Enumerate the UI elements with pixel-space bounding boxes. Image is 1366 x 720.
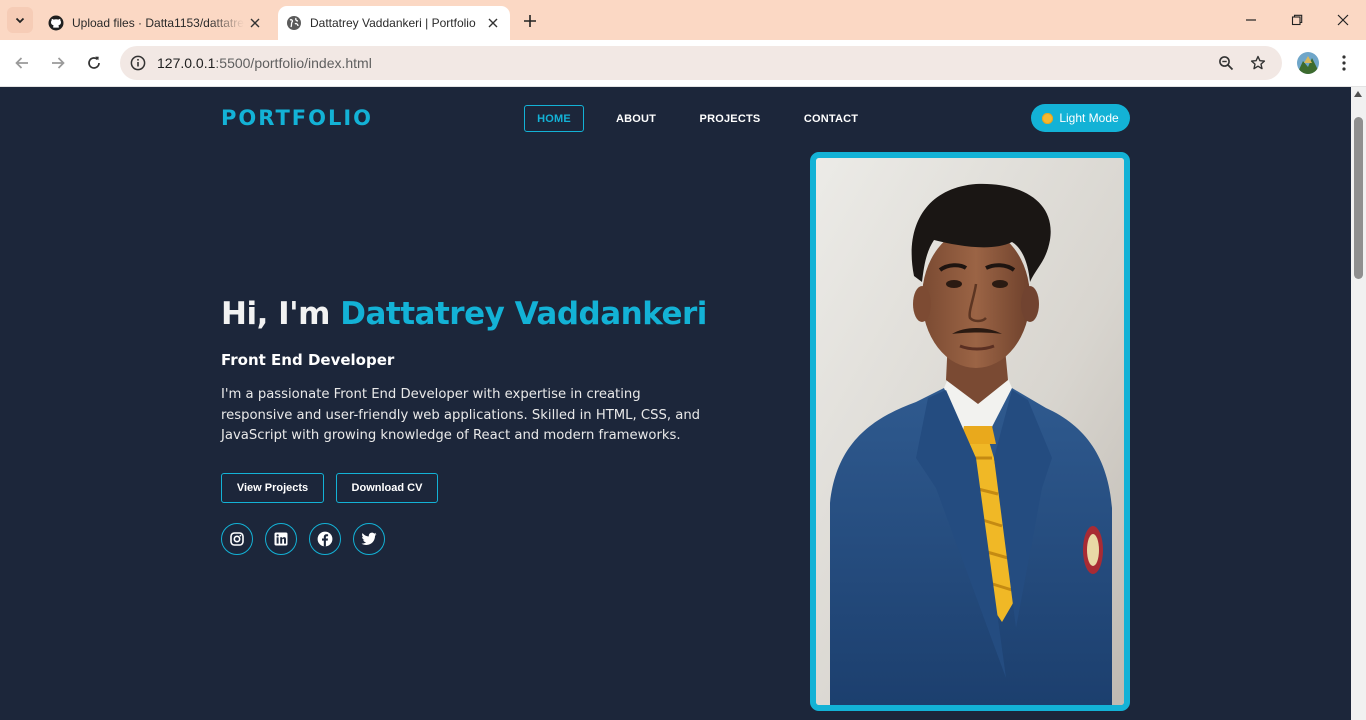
arrow-left-icon	[15, 57, 28, 69]
close-window-button[interactable]	[1320, 6, 1366, 34]
tab-title: Upload files · Datta1153/dattatrey	[72, 16, 244, 30]
url-path: :5500/portfolio/index.html	[215, 55, 372, 71]
close-tab-icon[interactable]	[244, 12, 266, 34]
facebook-icon	[317, 531, 333, 547]
close-icon	[1337, 14, 1349, 26]
more-vertical-icon	[1342, 55, 1346, 71]
zoom-icon[interactable]	[1216, 53, 1236, 73]
minimize-button[interactable]	[1228, 6, 1274, 34]
twitter-icon	[361, 532, 377, 545]
tab-strip: Upload files · Datta1153/dattatrey Datta…	[0, 0, 1366, 40]
tab-upload-files[interactable]: Upload files · Datta1153/dattatrey	[40, 6, 272, 40]
reload-button[interactable]	[80, 49, 108, 77]
page-scrollbar[interactable]	[1351, 87, 1366, 720]
hero-greeting: Hi, I'm	[221, 296, 341, 332]
tab-title: Dattatrey Vaddankeri | Portfolio	[310, 16, 476, 30]
scrollbar-thumb[interactable]	[1354, 117, 1363, 279]
url-text[interactable]: 127.0.0.1:5500/portfolio/index.html	[157, 55, 372, 71]
scroll-up-arrow-icon[interactable]	[1354, 91, 1362, 97]
nav-about-link[interactable]: ABOUT	[606, 105, 666, 132]
page-viewport: PORTFOLIO HOME ABOUT PROJECTS CONTACT Li…	[0, 87, 1351, 720]
globe-icon	[286, 15, 302, 31]
plus-icon	[524, 15, 536, 27]
theme-toggle-label: Light Mode	[1059, 111, 1119, 125]
arrow-right-icon	[52, 57, 65, 69]
profile-photo	[810, 152, 1130, 711]
address-bar[interactable]: 127.0.0.1:5500/portfolio/index.html	[120, 46, 1282, 80]
new-tab-button[interactable]	[518, 9, 542, 33]
twitter-link[interactable]	[353, 523, 385, 555]
facebook-link[interactable]	[309, 523, 341, 555]
instagram-link[interactable]	[221, 523, 253, 555]
browser-menu-button[interactable]	[1332, 51, 1356, 75]
profile-avatar-icon	[1297, 52, 1319, 74]
bookmark-star-icon[interactable]	[1248, 53, 1268, 73]
close-tab-icon[interactable]	[482, 12, 504, 34]
github-icon	[48, 15, 64, 31]
download-cv-button[interactable]: Download CV	[336, 473, 438, 503]
sun-icon	[1042, 112, 1054, 124]
site-info-icon[interactable]	[128, 53, 148, 73]
linkedin-icon	[274, 532, 288, 546]
back-button[interactable]	[8, 49, 36, 77]
hero-role: Front End Developer	[221, 351, 395, 369]
hero-heading: Hi, I'm Dattatrey Vaddankeri	[221, 296, 707, 332]
reload-icon	[88, 56, 100, 69]
nav-contact-link[interactable]: CONTACT	[796, 105, 866, 132]
linkedin-link[interactable]	[265, 523, 297, 555]
hero-description: I'm a passionate Front End Developer wit…	[221, 387, 701, 443]
hero-name: Dattatrey Vaddankeri	[340, 296, 707, 332]
url-host: 127.0.0.1	[157, 55, 216, 71]
tab-portfolio[interactable]: Dattatrey Vaddankeri | Portfolio	[278, 6, 510, 40]
nav-home-link[interactable]: HOME	[524, 105, 584, 132]
chevron-down-icon	[15, 17, 25, 24]
restore-button[interactable]	[1274, 6, 1320, 34]
profile-photo-illustration	[816, 158, 1124, 705]
forward-button[interactable]	[44, 49, 72, 77]
view-projects-button[interactable]: View Projects	[221, 473, 324, 503]
nav-projects-link[interactable]: PROJECTS	[694, 105, 766, 132]
restore-icon	[1291, 14, 1303, 26]
tab-search-button[interactable]	[7, 7, 33, 33]
browser-toolbar: 127.0.0.1:5500/portfolio/index.html	[0, 40, 1366, 87]
instagram-icon	[230, 532, 244, 546]
site-logo[interactable]: PORTFOLIO	[221, 106, 373, 130]
profile-avatar[interactable]	[1297, 52, 1319, 74]
minimize-icon	[1246, 19, 1256, 21]
theme-toggle-button[interactable]: Light Mode	[1031, 104, 1130, 132]
